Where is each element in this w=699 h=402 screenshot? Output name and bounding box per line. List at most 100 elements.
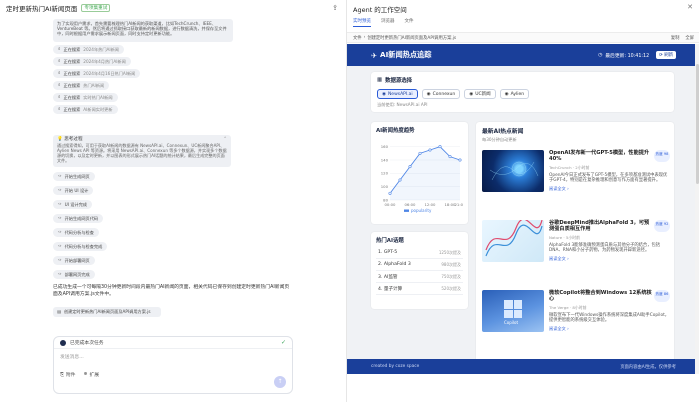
fullscreen-button[interactable]: 全屏: [685, 35, 694, 41]
news-headline[interactable]: 微软Copilot将整合到Windows 12系统核心: [549, 290, 670, 303]
tab-browser[interactable]: 浏览器: [381, 18, 395, 27]
file-chip[interactable]: ▤ 创建定时更新热门AI新闻页面及API调用方案.js: [53, 307, 161, 317]
workspace-panel: Agent 的工作空间 ✕ 实时预览 浏览器 文件 文件 › 创建定时更新热门A…: [346, 0, 699, 402]
news-description: 微软宣布下一代Windows操作系统将深度集成AI助手Copilot，提供更智能…: [549, 312, 670, 324]
action-step[interactable]: ‹› UI 设计完成: [53, 200, 92, 209]
action-step[interactable]: ‹› 部署网页完成: [53, 270, 95, 279]
tab-files[interactable]: 文件: [405, 18, 414, 27]
code-icon: ‹›: [58, 244, 62, 249]
source-button[interactable]: ◉ Aylien: [499, 89, 530, 99]
news-item[interactable]: Copilot 微软Copilot将整合到Windows 12系统核心 The Ve…: [482, 290, 670, 348]
refresh-button[interactable]: ⟳ 刷新: [656, 51, 676, 59]
news-headline[interactable]: OpenAI发布新一代GPT-5模型，性能提升40%: [549, 150, 670, 163]
action-label: UI 设计完成: [64, 202, 87, 207]
windows-copilot-image[interactable]: Copilot: [482, 290, 544, 332]
task-status-label: 已完成本次任务: [70, 341, 104, 346]
search-icon: ⌕: [58, 59, 61, 64]
copy-button[interactable]: 复制: [671, 35, 680, 41]
news-description: OpenAI今日正式发布了GPT-5模型，在多项基准测试中表现优于GPT-4，特…: [549, 172, 668, 184]
chat-panel: 定时更新热门AI新闻页面 专项集重试 ⇪ 为了实现用户需求，首先需要梳理热门AI…: [0, 0, 346, 402]
x-tick-label: 00:00: [385, 202, 397, 207]
search-step[interactable]: ⌕ 正在搜索 2024年热门AI新闻: [53, 45, 124, 54]
step-detail: 实时热门AI新闻: [83, 95, 113, 100]
source-button[interactable]: ◉ Connexun: [421, 89, 461, 99]
workspace-footer: [347, 374, 699, 402]
news-meta: TechCrunch · 2小时前: [549, 164, 590, 170]
source-title: ▦ 数据源选择: [377, 77, 413, 84]
search-step[interactable]: ⌕ 正在搜索 实时热门AI新闻: [53, 93, 118, 102]
chevron-up-icon[interactable]: ⌃: [223, 137, 227, 142]
source-card: ▦ 数据源选择 ◉ NewsAPI.ai ◉ Connexun ◉ UC新闻 ◉ Aylien …: [371, 72, 674, 112]
current-source: 当前使用: NewsAPI.ai API: [377, 102, 428, 107]
source-button[interactable]: ◉ NewsAPI.ai: [377, 89, 418, 99]
step-label: 正在搜索: [63, 107, 81, 112]
task-status-row: 已完成本次任务 ✓: [54, 337, 292, 349]
action-step[interactable]: ‹› 开始部署网页: [53, 256, 95, 265]
heat-badge: 热度 98: [654, 150, 670, 162]
file-path: 创建定时更新热门AI新闻页面及API调用方案.js: [367, 35, 457, 41]
hot-topic-count: 750次提及: [441, 273, 461, 279]
y-tick-label: 120: [381, 171, 389, 176]
chevron-right-icon: ›: [363, 35, 366, 40]
news-card: 最新AI热点新闻 每30分钟自动更新 OpenAI发布新一代GPT-5模型，性能…: [476, 122, 674, 370]
dna-image[interactable]: [482, 220, 544, 262]
hot-topic-item[interactable]: 2. AlphaFold 3 980次提及: [376, 259, 463, 271]
code-icon: ‹›: [58, 188, 62, 193]
hot-topic-item[interactable]: 4. 量子计算 520次提及: [376, 283, 463, 295]
file-icon: ▤: [57, 309, 61, 314]
news-description: AlphaFold 3能够准确预测蛋白质与其他分子的结合，包括DNA、RNA和小…: [549, 242, 661, 254]
action-step[interactable]: ‹› 开始生成网页: [53, 172, 95, 181]
tab-preview[interactable]: 实时预览: [353, 18, 371, 27]
send-button[interactable]: ↑: [274, 376, 286, 388]
news-headline[interactable]: 谷歌DeepMind推出AlphaFold 3，可预测蛋白质相互作用: [549, 220, 670, 233]
read-more-link[interactable]: 阅读全文 ›: [549, 256, 670, 262]
search-step[interactable]: ⌕ 正在搜索 热门AI新闻: [53, 81, 110, 90]
workspace-header: Agent 的工作空间 ✕: [347, 0, 699, 18]
close-icon[interactable]: ✕: [687, 3, 693, 11]
step-detail: 2024年4月16日热门AI新闻: [83, 71, 136, 76]
search-step[interactable]: ⌕ 正在搜索 2024年4月热门AI新闻: [53, 57, 131, 66]
news-body: 谷歌DeepMind推出AlphaFold 3，可预测蛋白质相互作用 Nature…: [549, 220, 670, 278]
search-icon: ⌕: [58, 95, 61, 100]
step-detail: 2024年4月热门AI新闻: [83, 59, 126, 64]
legend-swatch: [404, 209, 409, 212]
trend-chart-card: AI新闻热度趋势 80 100 120 140 160 00:00 06:00 12:00 18…: [371, 122, 468, 224]
read-more-link[interactable]: 阅读全文 ›: [549, 326, 670, 332]
ai-brain-image[interactable]: [482, 150, 544, 192]
news-subtitle: 每30分钟自动更新: [482, 137, 517, 142]
action-step[interactable]: ‹› 开始生成网页代码: [53, 214, 104, 223]
expand-icon: ⊕: [83, 372, 88, 377]
mode-badge[interactable]: 专项集重试: [81, 4, 111, 12]
hot-topic-item[interactable]: 1. GPT-5 1250次提及: [376, 247, 463, 259]
action-step[interactable]: ‹› 开始 UI 设计: [53, 186, 94, 195]
data-point: [398, 178, 402, 182]
data-point: [408, 165, 412, 169]
thinking-panel[interactable]: 💡 思考过程 ⌃ 通过搜索得知，可用于获取AI新闻的数据源有 NewsAPI.a…: [53, 135, 231, 167]
expand-button[interactable]: ⊕ 扩展: [83, 371, 99, 378]
attach-button[interactable]: ⎘ 附件: [60, 371, 75, 379]
paperclip-icon: ⎘: [60, 372, 64, 378]
path-label: 文件: [353, 35, 362, 41]
read-more-link[interactable]: 阅读全文 ›: [549, 186, 670, 192]
search-step[interactable]: ⌕ 正在搜索 2024年4月16日热门AI新闻: [53, 69, 141, 78]
step-label: 正在搜索: [63, 95, 81, 100]
action-step[interactable]: ‹› 代码分析与检查: [53, 228, 99, 237]
hot-topic-item[interactable]: 3. AI监管 750次提及: [376, 271, 463, 283]
action-step[interactable]: ‹› 代码分析与检查完成: [53, 242, 108, 251]
data-point: [438, 145, 442, 149]
source-button[interactable]: ◉ UC新闻: [464, 89, 496, 99]
data-point: [458, 158, 462, 162]
search-step[interactable]: ⌕ 正在搜索 AI新闻实时更新: [53, 105, 118, 114]
news-item[interactable]: 谷歌DeepMind推出AlphaFold 3，可预测蛋白质相互作用 Nature…: [482, 220, 670, 278]
search-icon: ⌕: [58, 47, 61, 52]
chat-header: 定时更新热门AI新闻页面 专项集重试: [0, 0, 346, 16]
share-icon[interactable]: ⇪: [332, 4, 338, 12]
hot-topics-card: 热门AI话题 1. GPT-5 1250次提及 2. AlphaFold 3 980次…: [371, 232, 468, 309]
news-item[interactable]: OpenAI发布新一代GPT-5模型，性能提升40% TechCrunch · 2…: [482, 150, 670, 208]
message-input[interactable]: 发送消息...: [54, 349, 292, 371]
chat-input-box[interactable]: 已完成本次任务 ✓ 发送消息... ⎘ 附件 ⊕ 扩展 ↑: [53, 336, 293, 394]
code-icon: ‹›: [58, 174, 62, 179]
step-label: 正在搜索: [63, 47, 81, 52]
x-tick-label: 21:00: [455, 202, 463, 207]
preview-scrollbar[interactable]: [695, 44, 699, 374]
